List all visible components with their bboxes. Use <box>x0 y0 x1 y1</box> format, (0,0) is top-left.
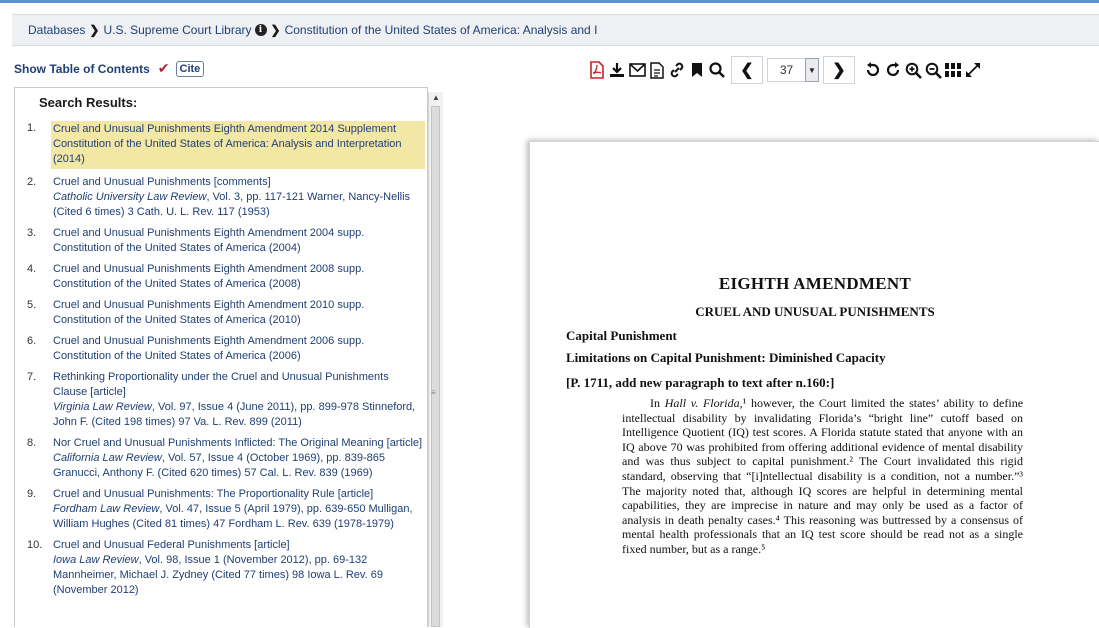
search-icon[interactable] <box>707 58 727 82</box>
chevron-right-icon: ❯ <box>270 23 281 37</box>
result-title-link[interactable]: Cruel and Unusual Punishments Eighth Ame… <box>53 299 364 326</box>
email-icon[interactable] <box>627 58 647 82</box>
zoom-out-icon[interactable] <box>923 58 943 82</box>
result-body[interactable]: Nor Cruel and Unusual Punishments Inflic… <box>53 436 425 481</box>
result-number: 1. <box>27 122 37 134</box>
search-results-panel: Search Results: 1. Cruel and Unusual Puni… <box>14 87 428 627</box>
page-select-dropdown[interactable]: ▼ <box>805 58 819 82</box>
document-page: EIGHTH AMENDMENT CRUEL AND UNUSUAL PUNIS… <box>529 141 1099 628</box>
result-number: 6. <box>27 335 37 347</box>
breadcrumb-databases[interactable]: Databases <box>28 23 85 37</box>
result-journal: California Law Review <box>53 452 162 464</box>
document-icon[interactable] <box>647 58 667 82</box>
scrollbar-grip-icon: ≡ <box>431 388 436 397</box>
result-title-link[interactable]: Cruel and Unusual Punishments Eighth Ame… <box>53 335 364 362</box>
result-number: 5. <box>27 299 37 311</box>
pdf-icon[interactable] <box>587 58 607 82</box>
show-toc-link[interactable]: Show Table of Contents <box>14 62 150 76</box>
search-result-item[interactable]: 6. Cruel and Unusual Punishments Eighth A… <box>27 334 425 364</box>
search-result-item[interactable]: 10. Cruel and Unusual Federal Punishments… <box>27 538 425 598</box>
result-title-link[interactable]: Nor Cruel and Unusual Punishments Inflic… <box>53 437 422 449</box>
chevron-right-icon: ❯ <box>89 23 100 37</box>
result-journal: Iowa Law Review <box>53 554 139 566</box>
document-paragraph: In Hall v. Florida,¹ however, the Court … <box>622 396 1023 557</box>
result-title-link[interactable]: Cruel and Unusual Punishments Eighth Ame… <box>53 123 402 165</box>
subsection-title: Limitations on Capital Punishment: Dimin… <box>566 350 886 365</box>
grid-view-icon[interactable] <box>943 58 963 82</box>
viewer-toolbar: ❮ 37 ▼ ❯ <box>587 56 983 84</box>
search-results-heading: Search Results: <box>39 95 138 110</box>
result-title-link[interactable]: Cruel and Unusual Federal Punishments [a… <box>53 539 290 551</box>
results-scrollbar[interactable]: ▲ ≡ <box>428 92 443 627</box>
search-result-item[interactable]: 4. Cruel and Unusual Punishments Eighth A… <box>27 262 425 292</box>
result-number: 2. <box>27 176 37 188</box>
previous-page-button[interactable]: ❮ <box>731 56 763 84</box>
result-title-link[interactable]: Cruel and Unusual Punishments [comments] <box>53 176 271 188</box>
result-body[interactable]: Cruel and Unusual Punishments [comments]… <box>53 175 425 220</box>
next-page-button[interactable]: ❯ <box>823 56 855 84</box>
paragraph-intro: In <box>650 396 665 410</box>
link-icon[interactable] <box>667 58 687 82</box>
result-body[interactable]: Rethinking Proportionality under the Cru… <box>53 370 425 430</box>
result-title-link[interactable]: Rethinking Proportionality under the Cru… <box>53 371 389 398</box>
section-title: Capital Punishment <box>566 328 677 343</box>
checkmark-icon[interactable]: ✔ <box>158 60 170 77</box>
result-body[interactable]: Cruel and Unusual Punishments Eighth Ame… <box>53 262 425 292</box>
result-title-link[interactable]: Cruel and Unusual Punishments Eighth Ame… <box>53 227 364 254</box>
rotate-right-icon[interactable] <box>883 58 903 82</box>
result-body[interactable]: Cruel and Unusual Punishments Eighth Ame… <box>53 334 425 364</box>
top-accent-line <box>0 0 1099 3</box>
result-title-link[interactable]: Cruel and Unusual Punishments: The Propo… <box>53 488 373 500</box>
document-subheading: CRUEL AND UNUSUAL PUNISHMENTS <box>695 304 935 319</box>
search-result-item[interactable]: 2. Cruel and Unusual Punishments [comment… <box>27 175 425 220</box>
breadcrumb: Databases ❯ U.S. Supreme Court Library i… <box>12 14 1099 46</box>
page-note: [P. 1711, add new paragraph to text afte… <box>566 375 835 390</box>
breadcrumb-document[interactable]: Constitution of the United States of Ame… <box>285 23 598 37</box>
result-number: 4. <box>27 263 37 275</box>
scrollbar-thumb[interactable] <box>431 106 440 627</box>
search-result-item[interactable]: 9. Cruel and Unusual Punishments: The Pro… <box>27 487 425 532</box>
result-title-link[interactable]: Cruel and Unusual Punishments Eighth Ame… <box>53 263 364 290</box>
result-body[interactable]: Cruel and Unusual Punishments Eighth Ame… <box>53 298 425 328</box>
zoom-in-icon[interactable] <box>903 58 923 82</box>
scroll-up-arrow-icon[interactable]: ▲ <box>429 92 443 104</box>
page-number-field[interactable]: 37 <box>767 58 805 82</box>
paragraph-body: ,¹ however, the Court limited the states… <box>622 396 1024 556</box>
download-icon[interactable] <box>607 58 627 82</box>
result-body[interactable]: Cruel and Unusual Federal Punishments [a… <box>53 538 425 598</box>
result-number: 9. <box>27 488 37 500</box>
result-journal: Catholic University Law Review <box>53 191 207 203</box>
search-result-item[interactable]: 8. Nor Cruel and Unusual Punishments Infl… <box>27 436 425 481</box>
info-icon[interactable]: i <box>254 24 267 36</box>
result-body[interactable]: Cruel and Unusual Punishments: The Propo… <box>53 487 425 532</box>
case-name: Hall v. Florida <box>664 396 740 410</box>
result-number: 3. <box>27 227 37 239</box>
result-body[interactable]: Cruel and Unusual Punishments Eighth Ame… <box>51 121 425 169</box>
cite-button[interactable]: Cite <box>175 60 205 77</box>
fullscreen-icon[interactable] <box>963 58 983 82</box>
search-result-item[interactable]: 7. Rethinking Proportionality under the C… <box>27 370 425 430</box>
result-number: 7. <box>27 371 37 383</box>
breadcrumb-library[interactable]: U.S. Supreme Court Library <box>103 23 251 37</box>
document-heading: EIGHTH AMENDMENT <box>718 274 912 293</box>
search-result-item[interactable]: 5. Cruel and Unusual Punishments Eighth A… <box>27 298 425 328</box>
result-journal: Virginia Law Review <box>53 401 152 413</box>
toc-bar: Show Table of Contents ✔ Cite <box>14 60 205 77</box>
rotate-left-icon[interactable] <box>863 58 883 82</box>
result-body[interactable]: Cruel and Unusual Punishments Eighth Ame… <box>53 226 425 256</box>
result-number: 8. <box>27 437 37 449</box>
result-journal: Fordham Law Review <box>53 503 160 515</box>
result-number: 10. <box>27 539 43 551</box>
search-results-list: 1. Cruel and Unusual Punishments Eighth A… <box>27 121 425 604</box>
search-result-item[interactable]: 1. Cruel and Unusual Punishments Eighth A… <box>27 121 425 169</box>
bookmark-icon[interactable] <box>687 58 707 82</box>
search-result-item[interactable]: 3. Cruel and Unusual Punishments Eighth A… <box>27 226 425 256</box>
